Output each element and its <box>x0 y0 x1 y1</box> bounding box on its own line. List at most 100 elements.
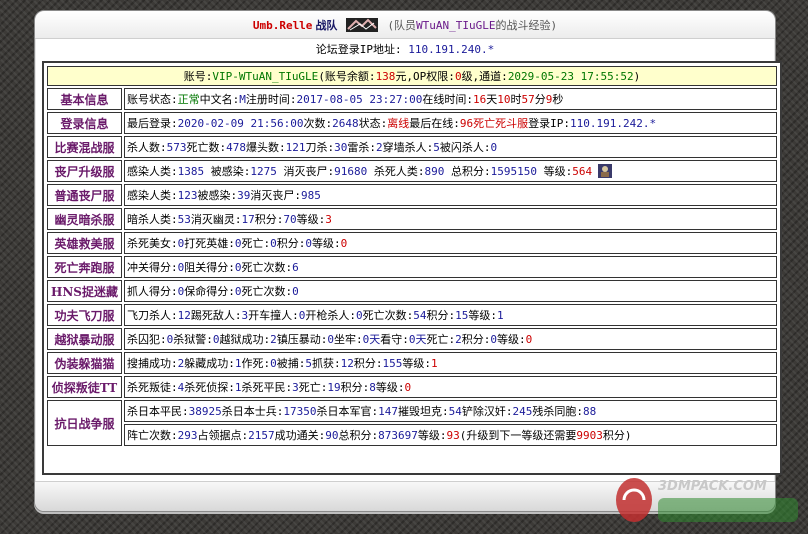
cell-kungfu: 飞刀杀人: 12 踢死敌人: 3 开车撞人: 0 开枪杀人: 0 死亡次数: 54 积分:… <box>124 304 777 326</box>
stat-value: 0 <box>490 332 497 346</box>
cell-war-line2: 阵亡次数: 293 占领据点: 2157 成功通关: 90 总积分: 873697 等级… <box>124 424 777 446</box>
account-row: 账号: VIP-WTuAN_TIuGLE (账号余额: 138 元,OP权限: … <box>47 66 777 86</box>
stat-key: 被感染: <box>197 189 238 202</box>
stat-value: 0 <box>298 308 306 322</box>
stat-key: 天 <box>486 93 498 106</box>
stat-value: 123 <box>177 188 198 202</box>
stat-value: 16 <box>472 92 487 106</box>
stat-value: 12 <box>177 308 191 322</box>
stat-key: 感染人类: <box>127 189 178 202</box>
stats-panel: Umb.Relle 战队 (队员WTuAN_TIuGLE的战斗经验) 论坛登录IP… <box>34 10 782 512</box>
stat-key: 等级: <box>417 429 447 442</box>
stat-key: 杀死平民: <box>241 381 293 394</box>
stat-value: 2020-02-09 21:56:00 <box>177 116 304 130</box>
cell-mixed: 杀人数: 573 死亡数: 478 爆头数: 121 刀杀: 30 雷杀: 2 穿墙杀人:… <box>124 136 777 158</box>
stat-value: 0天 <box>362 333 381 346</box>
stat-key: 杀死叛徒: <box>127 381 178 394</box>
stat-key: 杀囚犯: <box>127 333 167 346</box>
row-death-run: 死亡奔跑服 冲关得分: 0 阻关得分: 0 死亡次数: 6 <box>47 256 777 278</box>
label-war: 抗日战争服 <box>47 400 122 446</box>
stat-key: 死亡: <box>241 237 271 250</box>
watermark-text: 3DMPACK.COM <box>658 479 767 494</box>
stat-value: 5 <box>433 140 440 154</box>
stat-key: 摧毁坦克: <box>398 405 449 418</box>
stat-key: 积分: <box>353 357 383 370</box>
stat-key: 在线时间: <box>422 93 473 106</box>
stat-value: 155 <box>382 356 403 370</box>
stat-key: 占领据点: <box>197 429 249 442</box>
cell-hero: 杀死美女: 0 打死英雄: 0 死亡: 0 积分: 0 等级: 0 <box>124 232 777 254</box>
stat-key: 消灭丧尸: <box>276 165 335 178</box>
stat-key: 等级: <box>375 381 405 394</box>
stat-key: (升级到下一等级还需要 <box>459 429 577 442</box>
cell-basic: 账号状态: 正常 中文名: M 注册时间: 2017-08-05 23:27:00 在… <box>124 88 777 110</box>
stat-value: 0 <box>270 236 277 250</box>
stat-key: 感染人类: <box>127 165 178 178</box>
ip-label: 论坛登录IP地址: <box>315 43 402 56</box>
row-zombie-up: 丧尸升级服 感染人类:1385 被感染:1275 消灭丧尸:91680 杀死人类… <box>47 160 777 182</box>
rank-badge-icon <box>598 164 613 178</box>
stat-key: 秒 <box>552 93 564 106</box>
stat-value: 9 <box>545 92 553 106</box>
stat-value: 2648 <box>332 116 359 130</box>
stat-key: 等级: <box>497 333 526 346</box>
stat-key: 总积分: <box>444 165 491 178</box>
stat-key: 杀日本士兵: <box>221 405 284 418</box>
stat-value: 0 <box>490 140 498 154</box>
stat-key: 等级: <box>536 165 573 178</box>
op-unit: 级,通道: <box>461 70 508 83</box>
stat-value: 57 <box>521 92 535 106</box>
subtitle-suffix: 的战斗经验) <box>495 19 558 32</box>
stat-key: 积分: <box>461 333 491 346</box>
stat-key: 被闪杀人: <box>439 141 491 154</box>
zombie-up-stats: 感染人类:1385 被感染:1275 消灭丧尸:91680 杀死人类:890 总… <box>127 163 592 179</box>
stat-key: 成功通关: <box>274 429 326 442</box>
stat-key: 最后在线: <box>409 117 460 130</box>
stat-key: 等级: <box>312 237 341 250</box>
subtitle-prefix: (队员 <box>387 19 417 32</box>
member-name: WTuAN_TIuGLE <box>416 19 496 32</box>
stat-key: 等级: <box>468 309 497 322</box>
stat-key: 总积分: <box>338 429 379 442</box>
stat-key: 积分) <box>602 429 632 442</box>
stat-key: 保命得分: <box>184 285 235 298</box>
stat-key: 杀死人类: <box>367 165 425 178</box>
stat-key: 看守: <box>380 333 409 346</box>
stat-key: 死亡次数: <box>241 261 293 274</box>
subtitle: (队员WTuAN_TIuGLE的战斗经验) <box>387 17 557 33</box>
stat-value: 88 <box>583 404 597 418</box>
team-logo-icon <box>346 18 379 32</box>
label-login: 登录信息 <box>47 112 122 134</box>
stat-key: 次数: <box>303 117 333 130</box>
label-jailbreak: 越狱暴动服 <box>47 328 122 350</box>
stat-key: 阻关得分: <box>184 261 235 274</box>
stat-value: 93 <box>446 428 460 442</box>
stat-key: 抓获: <box>312 357 341 370</box>
row-basic: 基本信息 账号状态: 正常 中文名: M 注册时间: 2017-08-05 23:27… <box>47 88 777 110</box>
channel-date: 2029-05-23 17:55:52 <box>507 69 634 83</box>
stat-key: 死亡次数: <box>241 285 293 298</box>
label-mixed: 比赛混战服 <box>47 136 122 158</box>
stat-value: 1 <box>234 380 242 394</box>
stat-value: 0 <box>305 236 312 250</box>
stat-value: 0天 <box>408 333 427 346</box>
stat-key: 消灭丧尸: <box>250 189 301 202</box>
stat-value: 2 <box>455 332 462 346</box>
balance-value: 138 <box>375 69 396 83</box>
stat-key: 穿墙杀人: <box>382 141 434 154</box>
row-zombie: 普通丧尸服 感染人类: 123 被感染: 39 消灭丧尸: 985 <box>47 184 777 206</box>
cell-jailbreak: 杀囚犯: 0 杀狱警: 0 越狱成功: 2 镇压暴动: 0 坐牢: 0天 看守: 0天 死亡… <box>124 328 777 350</box>
stat-key: 爆头数: <box>246 141 286 154</box>
stat-key: 被捕: <box>276 357 306 370</box>
stat-key: 搜捕成功: <box>127 357 178 370</box>
stat-value: 1275 <box>250 165 277 178</box>
balance-label: (账号余额: <box>318 70 376 83</box>
stat-key: 积分: <box>254 213 284 226</box>
site-watermark-logo: 3DMPACK.COM <box>616 478 798 522</box>
ip-value: 110.191.240.* <box>408 43 495 56</box>
stat-value: 96死亡死斗服 <box>459 117 529 130</box>
stat-key: 登录IP: <box>528 117 570 130</box>
label-zombie-up: 丧尸升级服 <box>47 160 122 182</box>
cell-ghost: 暗杀人类: 53 消灭幽灵: 17 积分: 70 等级: 3 <box>124 208 777 230</box>
cell-login: 最后登录: 2020-02-09 21:56:00 次数: 2648 状态: 离线 最… <box>124 112 777 134</box>
